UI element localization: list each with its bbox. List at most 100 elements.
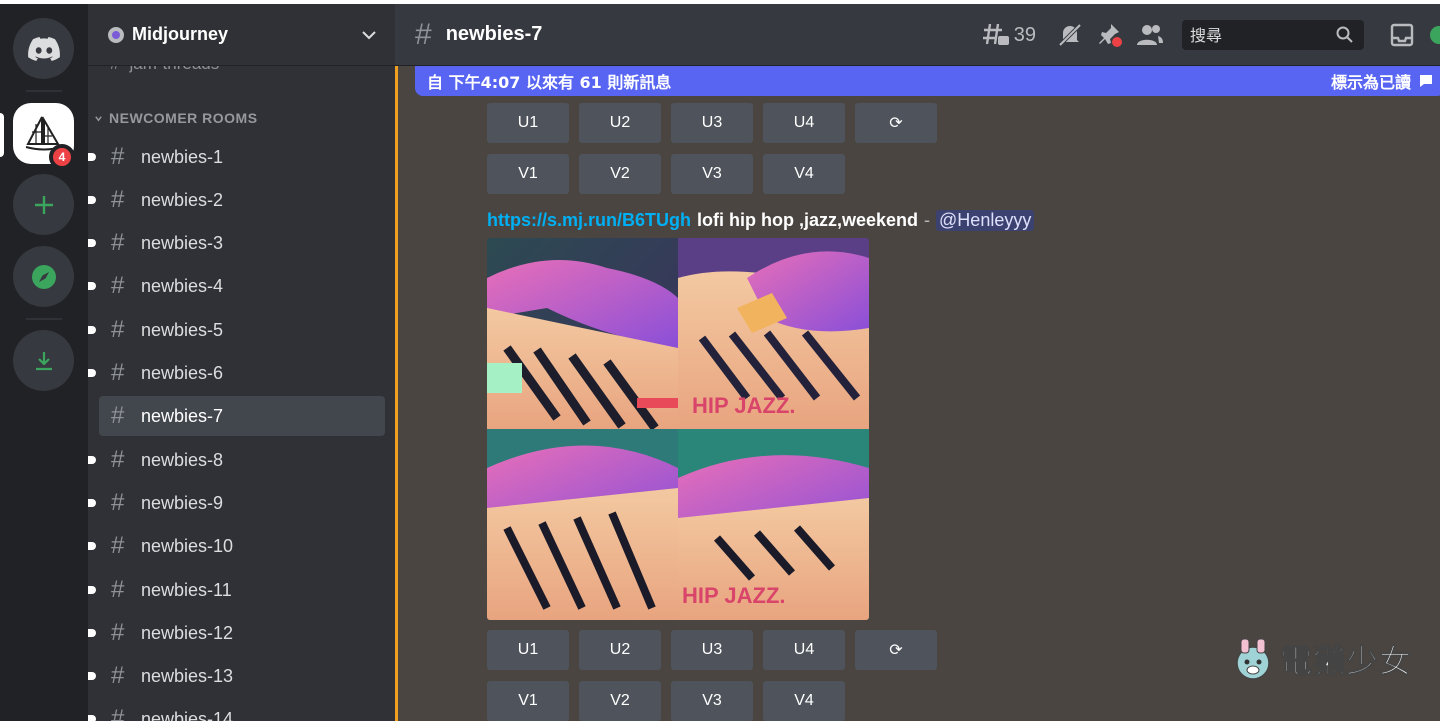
image-caption-top: HIP JAZZ. [692, 393, 796, 418]
watermark: 電獺少女 [1232, 636, 1412, 682]
thread-hash-icon: # [111, 272, 125, 299]
v4-button[interactable]: V4 [763, 681, 845, 721]
sidebar-item-newbies-11[interactable]: # newbies-11 [88, 570, 385, 610]
channel-label: newbies-2 [141, 189, 224, 210]
thread-hash-icon: # [111, 186, 125, 213]
download-icon [35, 351, 52, 370]
explore-servers-button[interactable] [13, 246, 74, 307]
discord-logo-icon [27, 36, 60, 61]
thread-hash-icon: # [111, 532, 125, 559]
mark-as-read-button[interactable]: 標示為已讀 [1331, 69, 1433, 93]
generated-image-grid[interactable]: HIP JAZZ. HIP JAZZ. [487, 238, 869, 620]
hash-icon: # [111, 619, 125, 646]
u3-button[interactable]: U3 [671, 630, 753, 670]
inbox-button[interactable] [1382, 15, 1422, 55]
unread-indicator [88, 499, 96, 507]
image-caption-bottom: HIP JAZZ. [682, 583, 786, 608]
thread-hash-icon: # [111, 489, 125, 516]
mute-notifications-button[interactable] [1050, 15, 1090, 55]
mention-badge: 4 [49, 144, 75, 170]
sidebar-item-newbies-14[interactable]: # newbies-14 [88, 699, 385, 721]
inbox-icon [1390, 23, 1414, 47]
thread-hash-icon: # [111, 359, 125, 386]
user-mention[interactable]: @Henleyyy [936, 210, 1035, 231]
channel-sidebar: #jam-threads Midjourney NEWCOMER ROOMS #… [88, 4, 395, 721]
unread-indicator [88, 326, 96, 334]
channel-header: # newbies-7 39 [395, 4, 1440, 66]
channel-label: newbies-1 [141, 146, 224, 167]
separator: - [924, 210, 931, 230]
server-rail: 4 [0, 4, 88, 721]
channel-title: newbies-7 [445, 23, 543, 45]
window-top-edge [0, 0, 1440, 4]
variation-button-row: V1 V2 V3 V4 [487, 154, 845, 194]
unread-indicator [88, 629, 96, 637]
threads-button[interactable]: 39 [982, 22, 1036, 48]
v2-button[interactable]: V2 [579, 154, 661, 194]
category-newcomer-rooms[interactable]: NEWCOMER ROOMS [94, 110, 258, 126]
u2-button[interactable]: U2 [579, 630, 661, 670]
prompt-text: lofi hip hop ,jazz,weekend [697, 210, 919, 230]
v1-button[interactable]: V1 [487, 681, 569, 721]
u1-button[interactable]: U1 [487, 630, 569, 670]
discord-home-button[interactable] [13, 18, 74, 79]
search-container [1170, 20, 1382, 50]
sidebar-item-newbies-12[interactable]: # newbies-12 [88, 613, 385, 653]
plus-icon [34, 195, 53, 214]
reroll-button[interactable]: ⟳ [855, 103, 937, 143]
message-content: https://s.mj.run/B6TUgh lofi hip hop ,ja… [487, 210, 1035, 231]
sidebar-item-newbies-1[interactable]: # newbies-1 [88, 137, 385, 177]
selected-server-pill [0, 113, 4, 157]
channel-label: newbies-8 [141, 449, 224, 470]
unread-indicator [88, 153, 96, 161]
sidebar-item-newbies-8[interactable]: # newbies-8 [88, 440, 385, 480]
sidebar-item-newbies-13[interactable]: # newbies-13 [88, 656, 385, 696]
sidebar-item-newbies-7[interactable]: # newbies-7 [99, 396, 385, 436]
add-server-button[interactable] [13, 174, 74, 235]
help-icon[interactable] [1430, 26, 1440, 44]
download-apps-button[interactable] [13, 330, 74, 391]
u4-button[interactable]: U4 [763, 630, 845, 670]
channel-label: newbies-10 [141, 535, 234, 556]
v1-button[interactable]: V1 [487, 154, 569, 194]
server-header[interactable]: Midjourney [88, 4, 395, 66]
unread-indicator [88, 586, 96, 594]
header-toolbar: 39 [982, 4, 1440, 66]
server-badge-icon [108, 26, 124, 43]
thread-hash-icon: # [111, 576, 125, 603]
category-label: NEWCOMER ROOMS [109, 110, 258, 126]
sidebar-item-newbies-5[interactable]: # newbies-5 [88, 310, 385, 350]
sidebar-item-newbies-4[interactable]: # newbies-4 [88, 266, 385, 306]
member-list-button[interactable] [1130, 15, 1170, 55]
sidebar-item-newbies-6[interactable]: # newbies-6 [88, 353, 385, 393]
unread-indicator [88, 282, 96, 290]
otter-mascot-icon [1236, 638, 1270, 680]
search-icon [1336, 26, 1353, 43]
new-messages-bar[interactable]: 自 下午4:07 以來有 61 則新訊息 標示為已讀 [415, 66, 1440, 96]
u1-button[interactable]: U1 [487, 103, 569, 143]
server-name: Midjourney [132, 24, 229, 44]
variation-button-row-2: V1 V2 V3 V4 [487, 681, 845, 721]
v3-button[interactable]: V3 [671, 154, 753, 194]
sidebar-item-newbies-3[interactable]: # newbies-3 [88, 223, 385, 263]
v4-button[interactable]: V4 [763, 154, 845, 194]
threads-icon [982, 23, 1009, 45]
chat-area: # newbies-7 39 搜尋 自 下午4:07 以來有 61 則新訊息 標… [395, 4, 1440, 721]
v2-button[interactable]: V2 [579, 681, 661, 721]
sidebar-item-newbies-2[interactable]: # newbies-2 [88, 180, 385, 220]
reroll-button[interactable]: ⟳ [855, 630, 937, 670]
mark-read-icon [1420, 75, 1432, 87]
u4-button[interactable]: U4 [763, 103, 845, 143]
sidebar-item-newbies-10[interactable]: # newbies-10 [88, 526, 385, 566]
compass-icon [31, 264, 56, 289]
thread-hash-icon: # [111, 662, 125, 689]
thread-hash-icon: # [111, 402, 125, 429]
v3-button[interactable]: V3 [671, 681, 753, 721]
pinned-messages-button[interactable] [1090, 15, 1130, 55]
u2-button[interactable]: U2 [579, 103, 661, 143]
sidebar-item-newbies-9[interactable]: # newbies-9 [88, 483, 385, 523]
prompt-link[interactable]: https://s.mj.run/B6TUgh [487, 210, 691, 231]
u3-button[interactable]: U3 [671, 103, 753, 143]
thread-hash-icon: # [111, 705, 125, 721]
channel-label: newbies-4 [141, 275, 224, 296]
